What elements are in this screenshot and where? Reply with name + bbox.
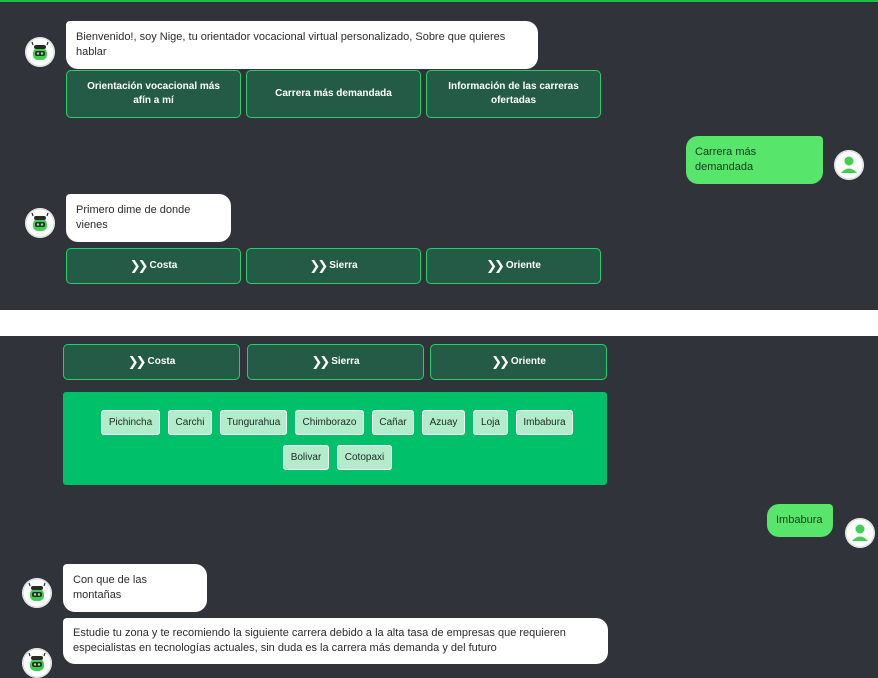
region-button-oriente[interactable]: ❯❯ Oriente: [430, 344, 607, 380]
bot-message: Primero dime de donde vienes: [66, 194, 231, 242]
province-chip-azuay[interactable]: Azuay: [422, 410, 465, 435]
province-chip-loja[interactable]: Loja: [473, 410, 508, 435]
double-chevron-right-icon: ❯❯: [311, 354, 330, 369]
region-label: Sierra: [331, 356, 360, 367]
province-chip-imbabura[interactable]: Imbabura: [516, 410, 573, 435]
bot-avatar-icon: [22, 578, 52, 608]
option-informacion-carreras[interactable]: Información de las carreras ofertadas: [426, 70, 601, 118]
bot-avatar-icon: [25, 208, 55, 238]
province-chip-pichincha[interactable]: Pichincha: [101, 410, 160, 435]
province-chip-bolivar[interactable]: Bolivar: [283, 445, 329, 470]
option-carrera-demandada[interactable]: Carrera más demandada: [246, 70, 421, 118]
province-chip-carchi[interactable]: Carchi: [168, 410, 212, 435]
province-chip-canar[interactable]: Cañar: [372, 410, 414, 435]
user-avatar-icon: [845, 518, 875, 548]
double-chevron-right-icon: ❯❯: [127, 354, 147, 369]
province-chip-tungurahua[interactable]: Tungurahua: [220, 410, 287, 435]
region-label: Oriente: [505, 260, 541, 271]
province-chip-cotopaxi[interactable]: Cotopaxi: [337, 445, 392, 470]
region-label: Costa: [147, 356, 176, 367]
region-label: Costa: [149, 260, 178, 271]
region-button-costa[interactable]: ❯❯ Costa: [63, 344, 240, 380]
bot-message: Bienvenido!, soy Nige, tu orientador voc…: [66, 21, 538, 69]
region-button-oriente[interactable]: ❯❯ Oriente: [426, 248, 601, 284]
double-chevron-right-icon: ❯❯: [491, 354, 510, 369]
chat-panel-bottom: ❯❯ Costa ❯❯ Sierra ❯❯ Oriente Pichincha Car…: [0, 336, 878, 678]
double-chevron-right-icon: ❯❯: [129, 258, 149, 273]
bot-message-line: especialistas en tecnologías actuales, s…: [73, 642, 497, 654]
bot-message: Estudie tu zona y te recomiendo la sigui…: [63, 618, 608, 664]
province-chip-chimborazo[interactable]: Chimborazo: [295, 410, 364, 435]
bot-avatar-icon: [22, 648, 52, 678]
region-label: Sierra: [329, 260, 358, 271]
chat-panel-top: Bienvenido!, soy Nige, tu orientador voc…: [0, 0, 878, 310]
bot-message-line: Estudie tu zona y te recomiendo la sigui…: [73, 627, 566, 639]
bot-avatar-icon: [25, 37, 55, 67]
region-button-costa[interactable]: ❯❯ Costa: [66, 248, 241, 284]
double-chevron-right-icon: ❯❯: [309, 258, 328, 273]
region-button-sierra[interactable]: ❯❯ Sierra: [247, 344, 424, 380]
region-button-sierra[interactable]: ❯❯ Sierra: [246, 248, 421, 284]
double-chevron-right-icon: ❯❯: [486, 258, 505, 273]
province-selector: Pichincha Carchi Tungurahua Chimborazo C…: [63, 392, 607, 485]
bot-message: Con que de las montañas: [63, 564, 207, 612]
user-message: Imbabura: [767, 504, 833, 537]
user-avatar-icon: [834, 150, 864, 180]
user-message: Carrera más demandada: [686, 136, 823, 184]
region-label: Oriente: [510, 356, 546, 367]
option-orientacion-vocacional[interactable]: Orientación vocacional más afín a mí: [66, 70, 241, 118]
